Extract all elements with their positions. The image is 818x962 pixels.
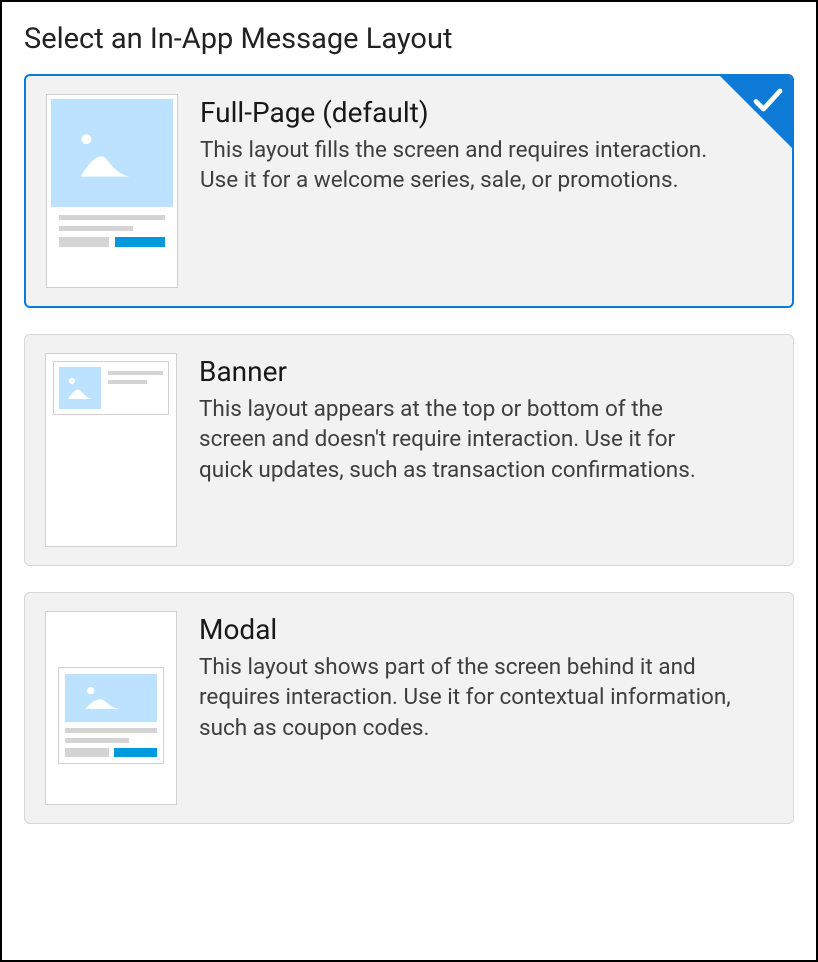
option-text: Banner This layout appears at the top or… (199, 353, 773, 485)
option-title: Full-Page (default) (200, 96, 732, 129)
option-title: Modal (199, 613, 733, 646)
option-text: Full-Page (default) This layout fills th… (200, 94, 772, 196)
modal-thumbnail (45, 611, 177, 805)
option-description: This layout appears at the top or bottom… (199, 394, 733, 485)
layout-selector-panel: Select an In-App Message Layout (0, 0, 818, 962)
layout-option-banner[interactable]: Banner This layout appears at the top or… (24, 334, 794, 566)
option-text: Modal This layout shows part of the scre… (199, 611, 773, 743)
option-description: This layout shows part of the screen beh… (199, 652, 733, 743)
selected-check-icon (720, 76, 792, 148)
fullpage-thumbnail (46, 94, 178, 288)
layout-option-fullpage[interactable]: Full-Page (default) This layout fills th… (24, 74, 794, 308)
option-description: This layout fills the screen and require… (200, 135, 732, 196)
layout-option-modal[interactable]: Modal This layout shows part of the scre… (24, 592, 794, 824)
option-title: Banner (199, 355, 733, 388)
panel-heading: Select an In-App Message Layout (24, 22, 794, 56)
banner-thumbnail (45, 353, 177, 547)
